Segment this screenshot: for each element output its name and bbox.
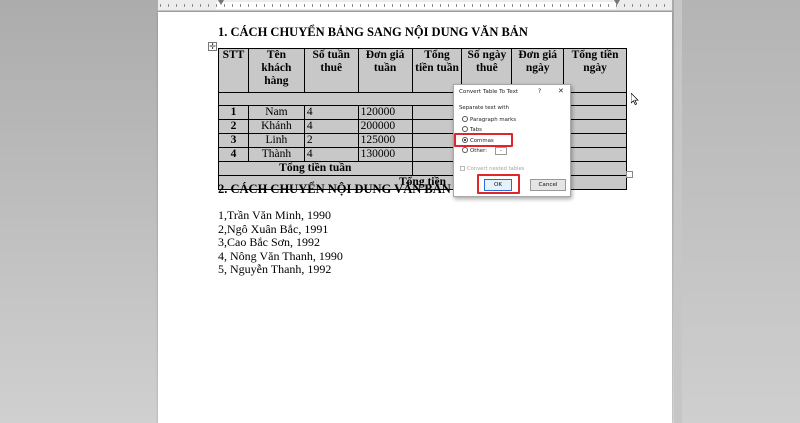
- vertical-scrollbar[interactable]: [674, 0, 682, 423]
- mouse-cursor-icon: [631, 93, 639, 105]
- cell-total-week-label[interactable]: Tổng tiền tuần: [218, 161, 413, 176]
- cell-week-price[interactable]: 130000: [357, 147, 413, 162]
- list-item: 1,Trần Văn Minh, 1990: [218, 208, 332, 222]
- cell-empty[interactable]: [563, 147, 627, 162]
- checkbox-icon: [460, 166, 465, 171]
- dialog-title: Convert Table To Text: [459, 89, 519, 95]
- option-other[interactable]: Other:: [462, 147, 487, 154]
- commas-highlight-box: [454, 133, 513, 147]
- cell-weeks[interactable]: 4: [303, 105, 359, 120]
- option-tabs[interactable]: Tabs: [462, 126, 482, 133]
- radio-icon[interactable]: [462, 116, 468, 122]
- left-background: [0, 0, 158, 423]
- separate-text-label: Separate text with: [459, 105, 509, 111]
- cell-stt[interactable]: 1: [218, 105, 249, 120]
- close-icon[interactable]: ✕: [558, 87, 564, 95]
- header-week-price[interactable]: Đơn giá tuần: [357, 48, 413, 93]
- header-stt[interactable]: STT: [218, 48, 249, 93]
- cell-week-price[interactable]: 200000: [357, 119, 413, 134]
- other-separator-input[interactable]: -: [495, 147, 507, 155]
- header-customer[interactable]: Tên khách hàng: [247, 48, 305, 93]
- converted-text-list: 1,Trần Văn Minh, 1990 2,Ngô Xuân Bắc, 19…: [218, 208, 343, 277]
- cell-weeks[interactable]: 4: [303, 119, 359, 134]
- cell-stt[interactable]: 2: [218, 119, 249, 134]
- cell-empty[interactable]: [563, 105, 627, 120]
- cell-week-price[interactable]: 125000: [357, 133, 413, 148]
- heading-1: 1. CÁCH CHUYỂN BẢNG SANG NỘI DUNG VĂN BẢ…: [218, 25, 528, 39]
- cell-weeks[interactable]: 2: [303, 133, 359, 148]
- radio-icon[interactable]: [462, 126, 468, 132]
- list-item: 3,Cao Bắc Sơn, 1992: [218, 235, 321, 249]
- cell-customer[interactable]: Khánh: [247, 119, 305, 134]
- right-background: [682, 0, 800, 423]
- cell-empty[interactable]: [563, 133, 627, 148]
- option-label: Paragraph marks: [470, 117, 517, 123]
- help-icon[interactable]: ?: [538, 88, 541, 95]
- header-weeks[interactable]: Số tuần thuê: [303, 48, 359, 93]
- cell-stt[interactable]: 3: [218, 133, 249, 148]
- option-paragraph-marks[interactable]: Paragraph marks: [462, 116, 516, 123]
- list-item: 4, Nông Văn Thanh, 1990: [218, 248, 343, 263]
- header-day-total[interactable]: Tổng tiền ngày: [563, 48, 627, 93]
- radio-icon[interactable]: [462, 147, 468, 153]
- ruler-ticks: [160, 2, 670, 9]
- nested-label: Convert nested tables: [467, 166, 525, 172]
- cell-week-price[interactable]: 120000: [357, 105, 413, 120]
- table-move-handle-icon[interactable]: ✛: [208, 42, 217, 51]
- cell-customer[interactable]: Thành: [247, 147, 305, 162]
- cell-customer[interactable]: Nam: [247, 105, 305, 120]
- cancel-button[interactable]: Cancel: [530, 179, 566, 191]
- table-resize-handle[interactable]: [626, 171, 633, 178]
- list-item: 5, Nguyễn Thanh, 1992: [218, 262, 332, 276]
- horizontal-ruler[interactable]: [158, 0, 672, 11]
- cell-empty[interactable]: [563, 161, 627, 176]
- cell-customer[interactable]: Linh: [247, 133, 305, 148]
- cell-stt[interactable]: 4: [218, 147, 249, 162]
- list-item: 2,Ngô Xuân Bắc, 1991: [218, 221, 329, 236]
- convert-nested-tables-checkbox: Convert nested tables: [460, 166, 524, 172]
- option-label: Other:: [470, 148, 488, 154]
- ok-highlight-box: [477, 174, 520, 194]
- heading-2: 2. CÁCH CHUYỂN NỘI DUNG VĂN BẢN SAN: [218, 182, 479, 196]
- cell-empty[interactable]: [563, 119, 627, 134]
- cell-weeks[interactable]: 4: [303, 147, 359, 162]
